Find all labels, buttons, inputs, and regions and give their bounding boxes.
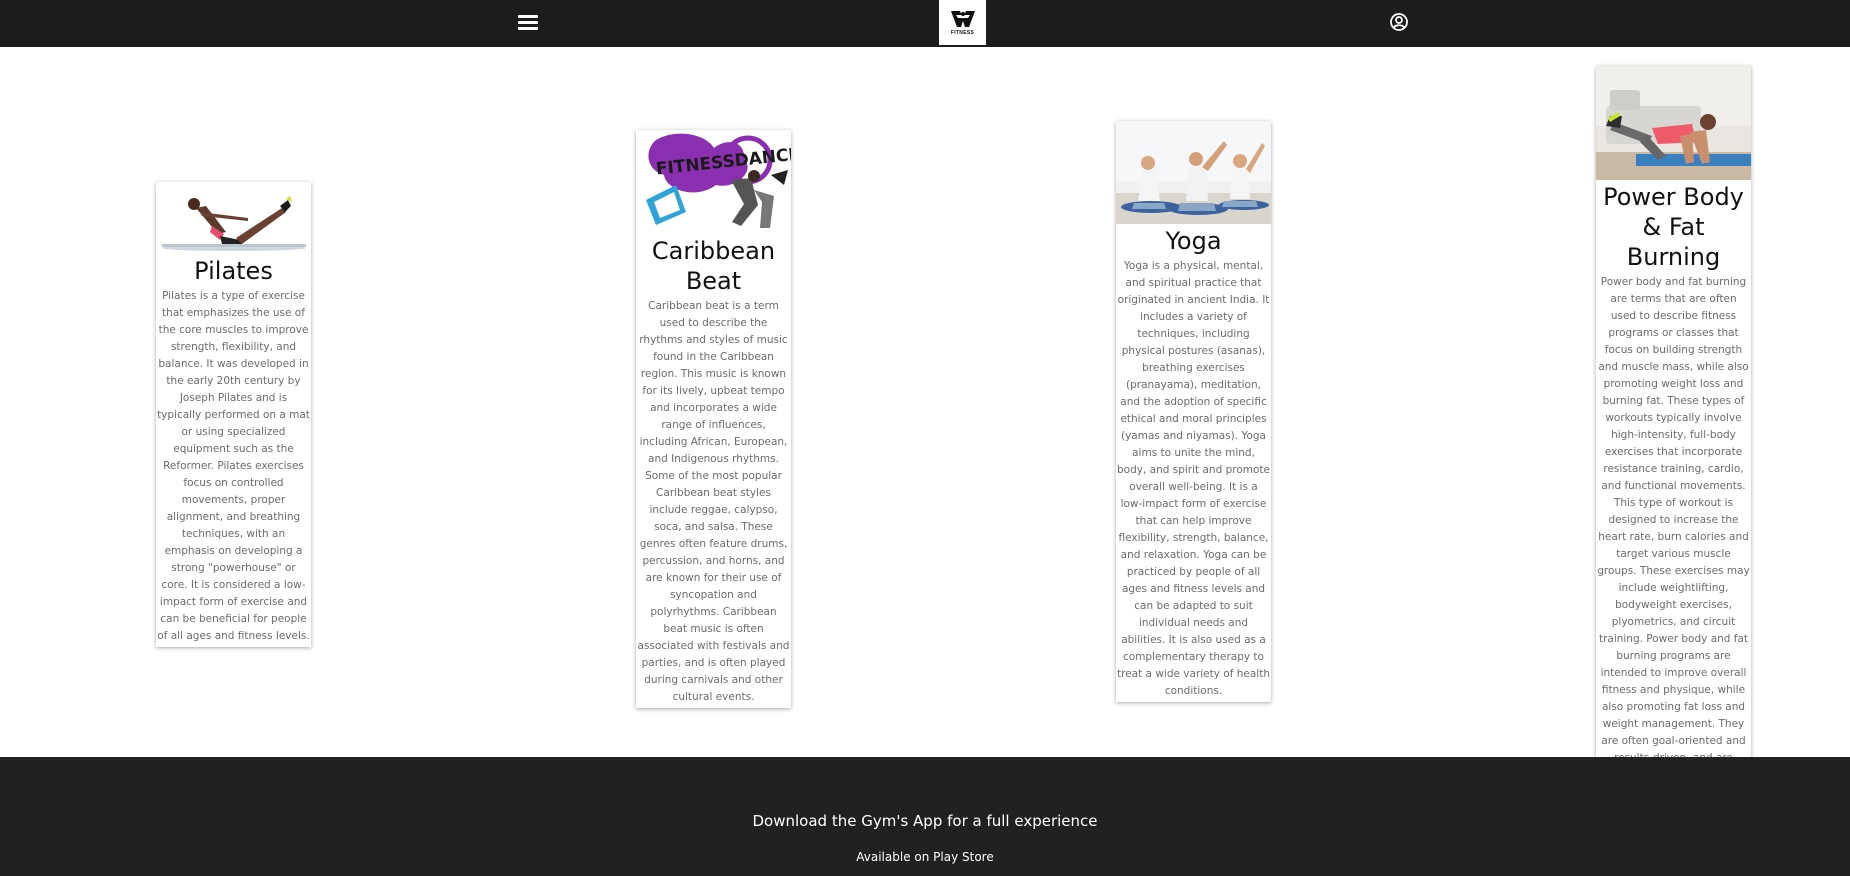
card-description: Caribbean beat is a term used to describ… (637, 300, 790, 703)
footer: Download the Gym's App for a full experi… (0, 757, 1850, 876)
play-store-link[interactable]: Available on Play Store (0, 850, 1850, 864)
class-card-pilates[interactable]: Pilates Pilates is a type of exercise th… (156, 182, 311, 647)
class-card-power-body[interactable]: Power Body & Fat Burning Power body and … (1596, 66, 1751, 803)
logo-text: FITNESS (950, 30, 975, 36)
logo[interactable]: FITNESS (939, 0, 986, 45)
card-description: Power body and fat burning are terms tha… (1597, 276, 1750, 798)
caribbean-beat-image: FITNESSDANCE (636, 130, 791, 234)
top-navbar: FITNESS (0, 0, 1850, 47)
card-title: Pilates (194, 257, 273, 285)
card-title: Yoga (1165, 227, 1222, 255)
card-description: Pilates is a type of exercise that empha… (157, 290, 310, 642)
power-body-image (1596, 66, 1751, 180)
card-title: Power Body & Fat Burning (1603, 183, 1744, 271)
card-description: Yoga is a physical, mental, and spiritua… (1117, 260, 1270, 697)
card-title: Caribbean Beat (651, 237, 776, 295)
hamburger-menu-icon[interactable] (518, 12, 539, 33)
pilates-image (156, 182, 311, 254)
logo-mark-icon (950, 11, 975, 27)
class-card-yoga[interactable]: Yoga Yoga is a physical, mental, and spi… (1116, 121, 1271, 702)
yoga-image (1116, 121, 1271, 224)
class-card-caribbean-beat[interactable]: FITNESSDANCE Caribbean Beat Caribbean be… (636, 130, 791, 708)
footer-title: Download the Gym's App for a full experi… (752, 812, 1098, 830)
user-circle-icon[interactable] (1389, 12, 1409, 32)
